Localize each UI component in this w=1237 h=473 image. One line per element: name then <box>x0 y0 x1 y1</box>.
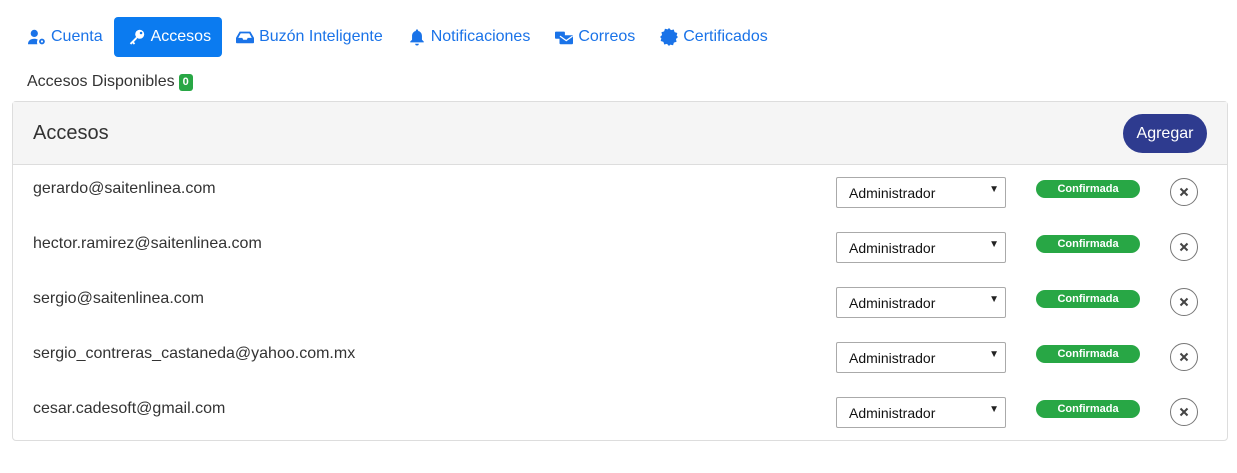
caret-down-icon: ▼ <box>989 239 999 250</box>
inbox-icon <box>235 27 255 47</box>
close-icon <box>1179 352 1189 362</box>
tab-label: Buzón Inteligente <box>259 28 383 45</box>
remove-access-button[interactable] <box>1170 398 1198 426</box>
tab-buzon-inteligente[interactable]: Buzón Inteligente <box>222 17 394 57</box>
remove-access-button[interactable] <box>1170 233 1198 261</box>
caret-down-icon: ▼ <box>989 349 999 360</box>
role-select-value: Administrador <box>849 240 936 256</box>
role-select[interactable]: Administrador ▼ <box>836 177 1006 208</box>
tab-cuenta[interactable]: Cuenta <box>14 17 114 57</box>
panel-header: Accesos Agregar <box>13 102 1227 165</box>
role-select[interactable]: Administrador ▼ <box>836 287 1006 318</box>
access-row: gerardo@saitenlinea.com Administrador ▼ … <box>13 165 1227 220</box>
caret-down-icon: ▼ <box>989 404 999 415</box>
status-badge: Confirmada <box>1036 180 1140 198</box>
available-accesses: Accesos Disponibles 0 <box>27 73 193 91</box>
close-icon <box>1179 407 1189 417</box>
available-label: Accesos Disponibles <box>27 73 175 90</box>
available-count-badge: 0 <box>178 73 193 91</box>
close-icon <box>1179 242 1189 252</box>
role-select-value: Administrador <box>849 185 936 201</box>
remove-access-button[interactable] <box>1170 288 1198 316</box>
tab-accesos[interactable]: Accesos <box>113 17 223 57</box>
user-email: gerardo@saitenlinea.com <box>33 180 216 197</box>
user-email: sergio@saitenlinea.com <box>33 290 204 307</box>
user-gear-icon <box>27 27 47 47</box>
tab-label: Certificados <box>683 28 768 45</box>
panel-title: Accesos <box>33 122 109 144</box>
user-email: cesar.cadesoft@gmail.com <box>33 400 226 417</box>
role-select-value: Administrador <box>849 295 936 311</box>
caret-down-icon: ▼ <box>989 294 999 305</box>
tab-notificaciones[interactable]: Notificaciones <box>394 17 542 57</box>
status-badge: Confirmada <box>1036 345 1140 363</box>
access-row: cesar.cadesoft@gmail.com Administrador ▼… <box>13 385 1227 440</box>
role-select[interactable]: Administrador ▼ <box>836 232 1006 263</box>
user-email: sergio_contreras_castaneda@yahoo.com.mx <box>33 345 356 362</box>
tab-label: Correos <box>578 28 636 45</box>
tab-label: Notificaciones <box>430 28 531 45</box>
access-row: sergio@saitenlinea.com Administrador ▼ C… <box>13 275 1227 330</box>
remove-access-button[interactable] <box>1170 178 1198 206</box>
tab-certificados[interactable]: Certificados <box>646 17 778 57</box>
certificate-icon <box>659 27 679 47</box>
tab-correos[interactable]: Correos <box>541 17 646 57</box>
tab-label: Cuenta <box>51 28 103 45</box>
accesses-panel: Accesos Agregar gerardo@saitenlinea.com … <box>12 101 1228 441</box>
role-select[interactable]: Administrador ▼ <box>836 342 1006 373</box>
role-select-value: Administrador <box>849 350 936 366</box>
status-badge: Confirmada <box>1036 400 1140 418</box>
status-badge: Confirmada <box>1036 290 1140 308</box>
access-row: hector.ramirez@saitenlinea.com Administr… <box>13 220 1227 275</box>
status-badge: Confirmada <box>1036 235 1140 253</box>
key-icon <box>127 27 147 47</box>
user-email: hector.ramirez@saitenlinea.com <box>33 235 262 252</box>
caret-down-icon: ▼ <box>989 184 999 195</box>
add-access-button[interactable]: Agregar <box>1123 114 1207 153</box>
remove-access-button[interactable] <box>1170 343 1198 371</box>
mail-bulk-icon <box>554 27 574 47</box>
role-select-value: Administrador <box>849 405 936 421</box>
settings-tabs: Cuenta Accesos Buzón Inteligente Notific… <box>14 17 779 57</box>
access-row: sergio_contreras_castaneda@yahoo.com.mx … <box>13 330 1227 385</box>
bell-icon <box>407 27 427 47</box>
close-icon <box>1179 297 1189 307</box>
role-select[interactable]: Administrador ▼ <box>836 397 1006 428</box>
tab-label: Accesos <box>150 28 212 45</box>
close-icon <box>1179 187 1189 197</box>
